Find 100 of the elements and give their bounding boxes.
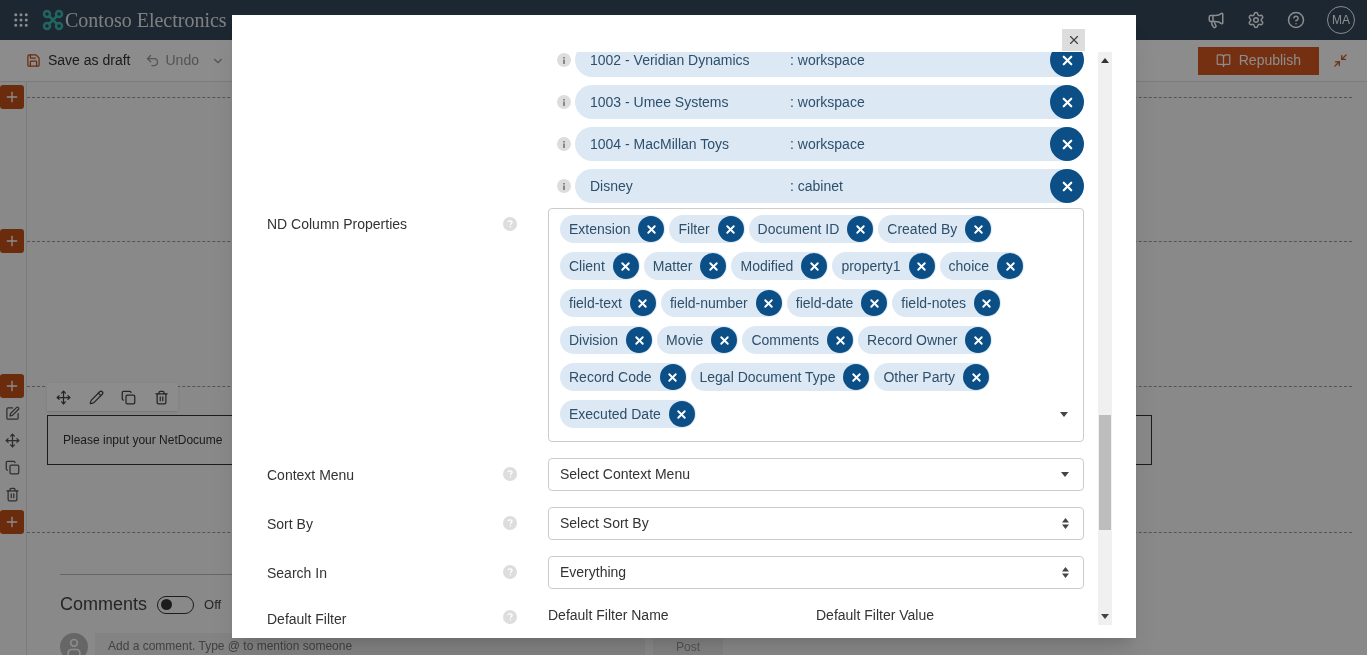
select-field[interactable]: Select Context Menu bbox=[548, 458, 1084, 491]
x-icon bbox=[636, 296, 650, 310]
delete-icon[interactable] bbox=[154, 389, 170, 405]
field-label: Search In bbox=[267, 564, 328, 583]
remove-tag-button[interactable] bbox=[755, 290, 782, 316]
select-field[interactable]: Select Sort By bbox=[548, 507, 1084, 540]
remove-tag-button[interactable] bbox=[997, 253, 1024, 279]
plus-icon bbox=[4, 378, 20, 394]
tag-label: field-number bbox=[669, 293, 748, 313]
x-icon bbox=[645, 222, 658, 236]
duplicate-icon[interactable] bbox=[121, 389, 137, 405]
settings-icon[interactable] bbox=[1247, 11, 1265, 29]
location-name: Disney bbox=[590, 176, 634, 196]
info-icon[interactable] bbox=[557, 95, 571, 109]
plus-icon bbox=[4, 514, 20, 530]
remove-tag-button[interactable] bbox=[963, 364, 990, 390]
remove-tag-button[interactable] bbox=[717, 216, 744, 242]
tag-label: Created By bbox=[887, 219, 958, 239]
x-icon bbox=[707, 259, 720, 273]
info-icon[interactable] bbox=[557, 137, 571, 151]
x-icon bbox=[666, 370, 679, 384]
remove-tag-button[interactable] bbox=[965, 327, 992, 353]
tag-label: Record Code bbox=[569, 367, 652, 387]
info-icon[interactable] bbox=[557, 53, 571, 67]
remove-tag-button[interactable] bbox=[629, 290, 656, 316]
select-value: Everything bbox=[560, 563, 627, 582]
tag-label: Matter bbox=[652, 256, 693, 276]
remove-tag-button[interactable] bbox=[700, 253, 727, 279]
remove-tag-button[interactable] bbox=[801, 253, 828, 279]
scroll-down-icon bbox=[1101, 614, 1109, 619]
x-icon bbox=[971, 222, 985, 236]
caret-icon bbox=[1061, 472, 1069, 477]
move-icon[interactable] bbox=[4, 433, 20, 448]
move-icon[interactable] bbox=[55, 389, 71, 405]
duplicate-icon[interactable] bbox=[4, 460, 20, 475]
remove-location-button[interactable] bbox=[1050, 52, 1084, 77]
remove-tag-button[interactable] bbox=[711, 327, 738, 353]
edit-icon[interactable] bbox=[88, 389, 104, 405]
comments-title: Comments bbox=[60, 593, 148, 616]
location-type: : workspace bbox=[790, 92, 865, 112]
remove-location-button[interactable] bbox=[1050, 169, 1084, 203]
select-value: Select Sort By bbox=[560, 514, 649, 533]
help-icon[interactable] bbox=[1287, 11, 1305, 29]
x-icon bbox=[724, 222, 738, 236]
x-icon bbox=[807, 259, 821, 273]
remove-location-button[interactable] bbox=[1050, 127, 1084, 161]
x-icon bbox=[969, 370, 983, 384]
info-icon[interactable] bbox=[557, 179, 571, 193]
remove-tag-button[interactable] bbox=[626, 327, 652, 353]
plus-icon bbox=[4, 233, 20, 249]
plus-icon bbox=[4, 89, 20, 105]
tag-label: field-date bbox=[795, 293, 854, 313]
close-button[interactable] bbox=[1062, 29, 1085, 51]
remove-tag-button[interactable] bbox=[973, 290, 1000, 316]
undo-icon bbox=[144, 53, 160, 68]
tag-label: Document ID bbox=[757, 219, 840, 239]
remove-tag-button[interactable] bbox=[827, 327, 854, 353]
undo-button[interactable]: Undo bbox=[144, 50, 199, 71]
x-icon bbox=[619, 259, 633, 273]
remove-location-button[interactable] bbox=[1050, 85, 1084, 119]
x-icon bbox=[762, 296, 776, 310]
remove-tag-button[interactable] bbox=[638, 216, 665, 242]
site-logo-text[interactable]: Contoso Electronics bbox=[65, 5, 227, 35]
x-icon bbox=[867, 296, 881, 310]
remove-tag-button[interactable] bbox=[861, 290, 888, 316]
column-header: Default Filter Value bbox=[816, 606, 935, 625]
tag-label: Modified bbox=[740, 256, 794, 276]
remove-tag-button[interactable] bbox=[668, 401, 695, 427]
collapse-icon[interactable] bbox=[1333, 53, 1348, 68]
x-icon bbox=[980, 296, 994, 310]
location-name: 1004 - MacMillan Toys bbox=[590, 134, 731, 154]
save-draft-button[interactable]: Save as draft bbox=[26, 50, 131, 71]
tag-label: choice bbox=[948, 256, 990, 276]
sort-caret-icon bbox=[1062, 567, 1069, 578]
save-icon bbox=[26, 53, 41, 68]
tag-label: property1 bbox=[841, 256, 901, 276]
tag-label: Movie bbox=[666, 330, 704, 350]
edit-section-icon[interactable] bbox=[4, 406, 20, 421]
remove-tag-button[interactable] bbox=[843, 364, 870, 390]
location-type: : workspace bbox=[790, 134, 865, 154]
scroll-up-icon[interactable] bbox=[1101, 58, 1109, 63]
location-name: 1002 - Veridian Dynamics bbox=[590, 52, 751, 70]
scrollbar-thumb[interactable] bbox=[1099, 415, 1111, 530]
republish-button[interactable]: Republish bbox=[1197, 46, 1319, 75]
toggle-state-label: Off bbox=[204, 595, 222, 614]
field-label: ND Column Properties bbox=[267, 215, 409, 234]
remove-tag-button[interactable] bbox=[659, 364, 686, 390]
location-name: 1003 - Umee Systems bbox=[590, 92, 730, 112]
remove-tag-button[interactable] bbox=[612, 253, 639, 279]
tag-label: Client bbox=[569, 256, 605, 276]
announcement-icon[interactable] bbox=[1207, 11, 1225, 29]
select-field[interactable]: Everything bbox=[548, 556, 1084, 589]
scrollbar[interactable] bbox=[1098, 52, 1112, 625]
tag-box[interactable] bbox=[548, 208, 1084, 442]
x-icon bbox=[632, 333, 646, 347]
remove-tag-button[interactable] bbox=[908, 253, 935, 279]
delete-icon[interactable] bbox=[4, 487, 20, 502]
remove-tag-button[interactable] bbox=[847, 216, 874, 242]
remove-tag-button[interactable] bbox=[965, 216, 992, 242]
app-launcher-icon[interactable] bbox=[12, 11, 30, 29]
